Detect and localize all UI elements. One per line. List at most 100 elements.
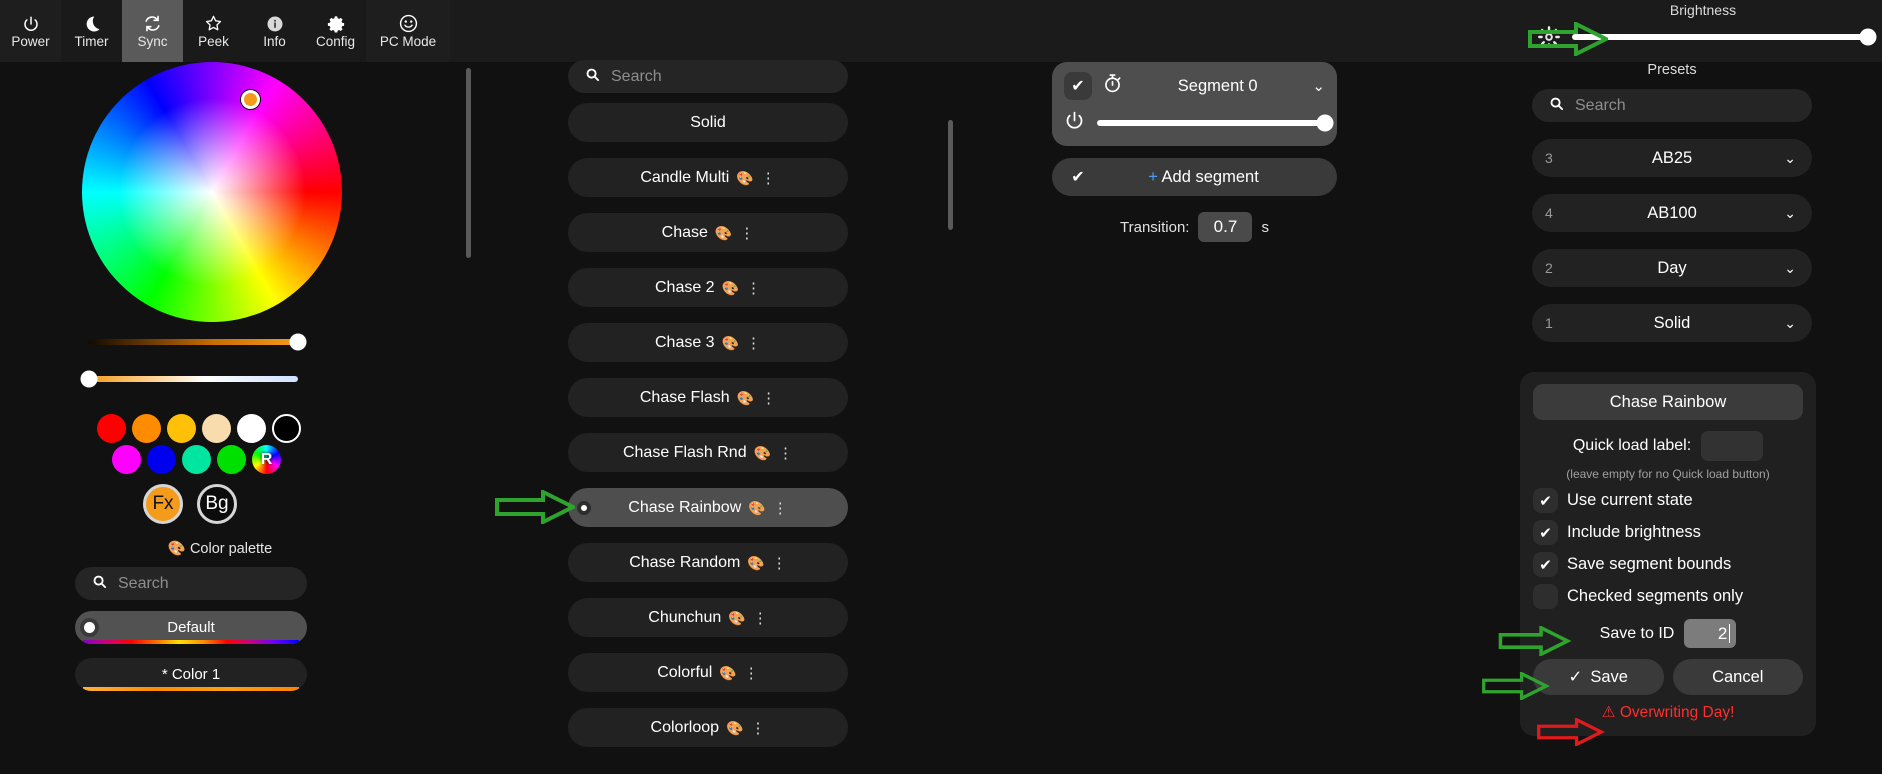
effects-scrollbar[interactable] <box>466 68 471 258</box>
effect-item-candle-multi[interactable]: Candle Multi 🎨 ⋮ <box>568 158 848 197</box>
color-white-balance-slider-knob[interactable] <box>80 370 98 388</box>
more-options-icon[interactable]: ⋮ <box>772 554 787 572</box>
nav-item-sync[interactable]: Sync <box>122 0 183 62</box>
power-icon[interactable] <box>1064 110 1085 136</box>
effect-item-solid[interactable]: Solid <box>568 103 848 142</box>
swatch-peach[interactable] <box>202 414 231 443</box>
checkbox-save-segment-bounds[interactable]: ✔ Save segment bounds <box>1533 552 1803 577</box>
more-options-icon[interactable]: ⋮ <box>746 279 761 297</box>
palette-item-radio[interactable] <box>80 618 99 637</box>
checkbox-include-brightness[interactable]: ✔ Include brightness <box>1533 520 1803 545</box>
more-options-icon[interactable]: ⋮ <box>773 499 788 517</box>
swatch-green[interactable] <box>217 445 246 474</box>
palette-icon[interactable]: 🎨 <box>726 721 743 735</box>
segment-name[interactable]: Segment 0 <box>1133 77 1302 96</box>
color-wheel[interactable] <box>82 62 342 322</box>
nav-item-peek[interactable]: Peek <box>183 0 244 62</box>
segment-brightness-slider[interactable] <box>1097 114 1334 132</box>
chevron-down-icon[interactable]: ⌄ <box>1784 260 1796 277</box>
segment-brightness-slider-knob[interactable] <box>1316 114 1334 132</box>
preset-item-ab25[interactable]: 3 AB25 ⌄ <box>1532 139 1812 177</box>
effect-item-chase-random[interactable]: Chase Random 🎨 ⋮ <box>568 543 848 582</box>
color-value-slider[interactable] <box>88 333 307 351</box>
nav-item-timer[interactable]: Timer <box>61 0 122 62</box>
fx-color-button[interactable]: Fx <box>143 484 183 524</box>
chevron-down-icon[interactable]: ⌄ <box>1784 150 1796 167</box>
preset-name-input[interactable]: Chase Rainbow <box>1533 384 1803 420</box>
effect-label: Chase 2 <box>654 278 715 296</box>
more-options-icon[interactable]: ⋮ <box>744 664 759 682</box>
effect-item-chase-3[interactable]: Chase 3 🎨 ⋮ <box>568 323 848 362</box>
palette-icon[interactable]: 🎨 <box>737 391 754 405</box>
swatch-red[interactable] <box>97 414 126 443</box>
palette-icon[interactable]: 🎨 <box>736 171 753 185</box>
palette-icon[interactable]: 🎨 <box>748 501 765 515</box>
save-to-id-input[interactable]: 2 <box>1684 619 1737 648</box>
save-button[interactable]: ✓ Save <box>1533 659 1664 695</box>
more-options-icon[interactable]: ⋮ <box>746 334 761 352</box>
brightness-slider-knob[interactable] <box>1859 28 1877 46</box>
palette-icon[interactable]: 🎨 <box>747 556 764 570</box>
palette-icon[interactable]: 🎨 <box>728 611 745 625</box>
checkbox-checked-segments-only[interactable]: ✔ Checked segments only <box>1533 584 1803 609</box>
swatch-spring-green[interactable] <box>182 445 211 474</box>
color-wheel-marker[interactable] <box>241 90 260 109</box>
swatch-orange[interactable] <box>132 414 161 443</box>
palette-icon[interactable]: 🎨 <box>722 281 739 295</box>
nav-item-info[interactable]: Info <box>244 0 305 62</box>
effect-item-colorloop[interactable]: Colorloop 🎨 ⋮ <box>568 708 848 747</box>
more-options-icon[interactable]: ⋮ <box>761 169 776 187</box>
more-options-icon[interactable]: ⋮ <box>778 444 793 462</box>
chevron-down-icon[interactable]: ⌄ <box>1784 205 1796 222</box>
effect-item-chase-flash[interactable]: Chase Flash 🎨 ⋮ <box>568 378 848 417</box>
effect-item-chase-flash-rnd[interactable]: Chase Flash Rnd 🎨 ⋮ <box>568 433 848 472</box>
presets-search-input[interactable]: Search <box>1532 89 1812 122</box>
swatch-white[interactable] <box>237 414 266 443</box>
swatch-amber[interactable] <box>167 414 196 443</box>
color-white-balance-slider[interactable] <box>80 370 298 388</box>
segment-checkbox[interactable]: ✔ <box>1064 72 1092 100</box>
effects-search-input[interactable]: Search <box>568 60 848 93</box>
transition-input[interactable]: 0.7 <box>1198 212 1253 242</box>
chevron-down-icon[interactable]: ⌄ <box>1312 77 1325 95</box>
sun-icon[interactable] <box>1538 26 1560 48</box>
swatch-magenta[interactable] <box>112 445 141 474</box>
effect-item-chase-rainbow[interactable]: Chase Rainbow 🎨 ⋮ <box>568 488 848 527</box>
effect-item-chase-2[interactable]: Chase 2 🎨 ⋮ <box>568 268 848 307</box>
segments-scrollbar[interactable] <box>948 120 953 230</box>
nav-item-config[interactable]: Config <box>305 0 366 62</box>
more-options-icon[interactable]: ⋮ <box>753 609 768 627</box>
preset-item-day[interactable]: 2 Day ⌄ <box>1532 249 1812 287</box>
swatch-blue[interactable] <box>147 445 176 474</box>
swatch-black[interactable] <box>272 414 301 443</box>
color-value-slider-knob[interactable] <box>289 333 307 351</box>
palette-icon[interactable]: 🎨 <box>722 336 739 350</box>
brightness-slider[interactable] <box>1572 28 1877 46</box>
preset-name: Day <box>1657 258 1687 277</box>
add-segment-button[interactable]: ✔ + Add segment <box>1052 158 1337 196</box>
swatch-rainbow[interactable]: R <box>252 445 281 474</box>
palette-icon[interactable]: 🎨 <box>715 226 732 240</box>
nav-item-power[interactable]: Power <box>0 0 61 62</box>
preset-item-ab100[interactable]: 4 AB100 ⌄ <box>1532 194 1812 232</box>
effect-item-colorful[interactable]: Colorful 🎨 ⋮ <box>568 653 848 692</box>
more-options-icon[interactable]: ⋮ <box>761 389 776 407</box>
chevron-down-icon[interactable]: ⌄ <box>1784 315 1796 332</box>
palette-icon[interactable]: 🎨 <box>719 666 736 680</box>
nav-item-pc-mode[interactable]: PC Mode <box>366 0 450 62</box>
checkbox-use-current-state[interactable]: ✔ Use current state <box>1533 488 1803 513</box>
more-options-icon[interactable]: ⋮ <box>750 719 765 737</box>
cancel-button[interactable]: Cancel <box>1672 659 1803 695</box>
checkbox-label: Checked segments only <box>1567 587 1744 605</box>
effect-item-chase[interactable]: Chase 🎨 ⋮ <box>568 213 848 252</box>
stopwatch-icon[interactable] <box>1102 73 1123 99</box>
effect-item-chunchun[interactable]: Chunchun 🎨 ⋮ <box>568 598 848 637</box>
more-options-icon[interactable]: ⋮ <box>739 224 754 242</box>
quick-load-input[interactable] <box>1701 431 1764 461</box>
palette-item-default[interactable]: Default <box>75 611 307 644</box>
bg-color-button[interactable]: Bg <box>197 484 237 524</box>
palette-search-input[interactable]: Search <box>75 567 307 600</box>
palette-item-color-1[interactable]: * Color 1 <box>75 658 307 691</box>
palette-icon[interactable]: 🎨 <box>754 446 771 460</box>
preset-item-solid[interactable]: 1 Solid ⌄ <box>1532 304 1812 342</box>
